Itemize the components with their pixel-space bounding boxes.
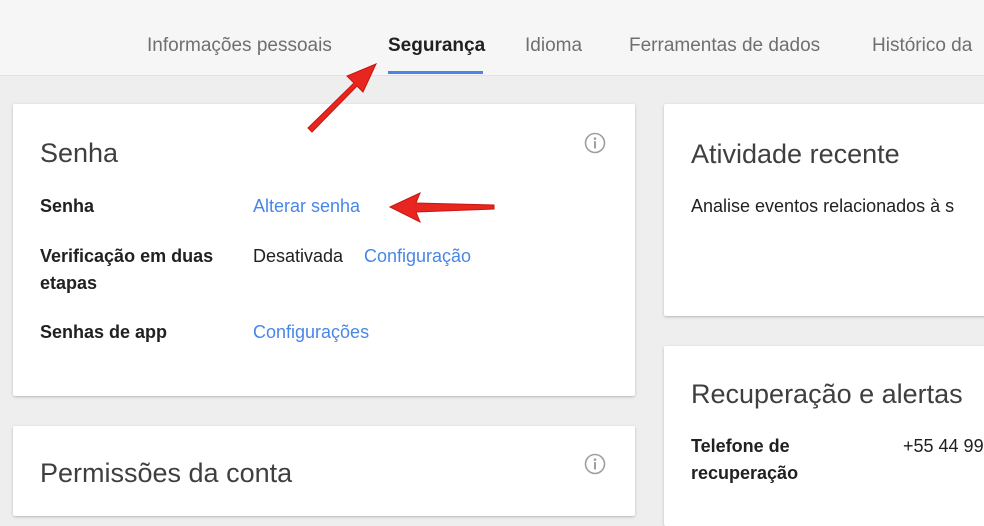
recent-activity-card: Atividade recente Analise eventos relaci… (664, 104, 984, 316)
tab-security[interactable]: Segurança (388, 35, 485, 57)
account-permissions-card: Permissões da conta (13, 426, 635, 516)
tab-personal-info[interactable]: Informações pessoais (147, 35, 332, 57)
app-passwords-settings-link[interactable]: Configurações (253, 319, 369, 346)
recovery-phone-value[interactable]: +55 44 99 (903, 433, 984, 460)
recovery-alerts-title: Recuperação e alertas (691, 379, 963, 409)
red-arrow-icon (388, 192, 495, 224)
tab-history[interactable]: Histórico da (872, 35, 972, 57)
password-card: Senha Senha Alterar senha Verificação em… (13, 104, 635, 396)
two-step-status: Desativada (253, 246, 344, 266)
two-step-setup-link[interactable]: Configuração (364, 243, 471, 270)
tab-data-tools[interactable]: Ferramentas de dados (629, 35, 820, 57)
app-passwords-label: Senhas de app (40, 322, 168, 342)
password-card-title: Senha (40, 138, 119, 168)
info-icon[interactable] (584, 453, 606, 475)
top-navigation: Informações pessoais Segurança Idioma Fe… (0, 0, 984, 76)
info-icon[interactable] (584, 132, 606, 154)
permissions-card-title: Permissões da conta (40, 458, 293, 488)
password-label: Senha (40, 196, 95, 216)
two-step-verification-label: Verificação em duas etapas (40, 246, 214, 293)
active-tab-indicator (388, 71, 483, 74)
recovery-phone-label: Telefone de recuperação (691, 436, 799, 483)
change-password-link[interactable]: Alterar senha (253, 193, 360, 220)
tab-language[interactable]: Idioma (525, 35, 582, 57)
recent-activity-title: Atividade recente (691, 139, 900, 169)
recent-activity-description: Analise eventos relacionados à s (691, 196, 955, 216)
red-arrow-icon (307, 63, 377, 133)
recovery-alerts-card: Recuperação e alertas Telefone de recupe… (664, 346, 984, 526)
